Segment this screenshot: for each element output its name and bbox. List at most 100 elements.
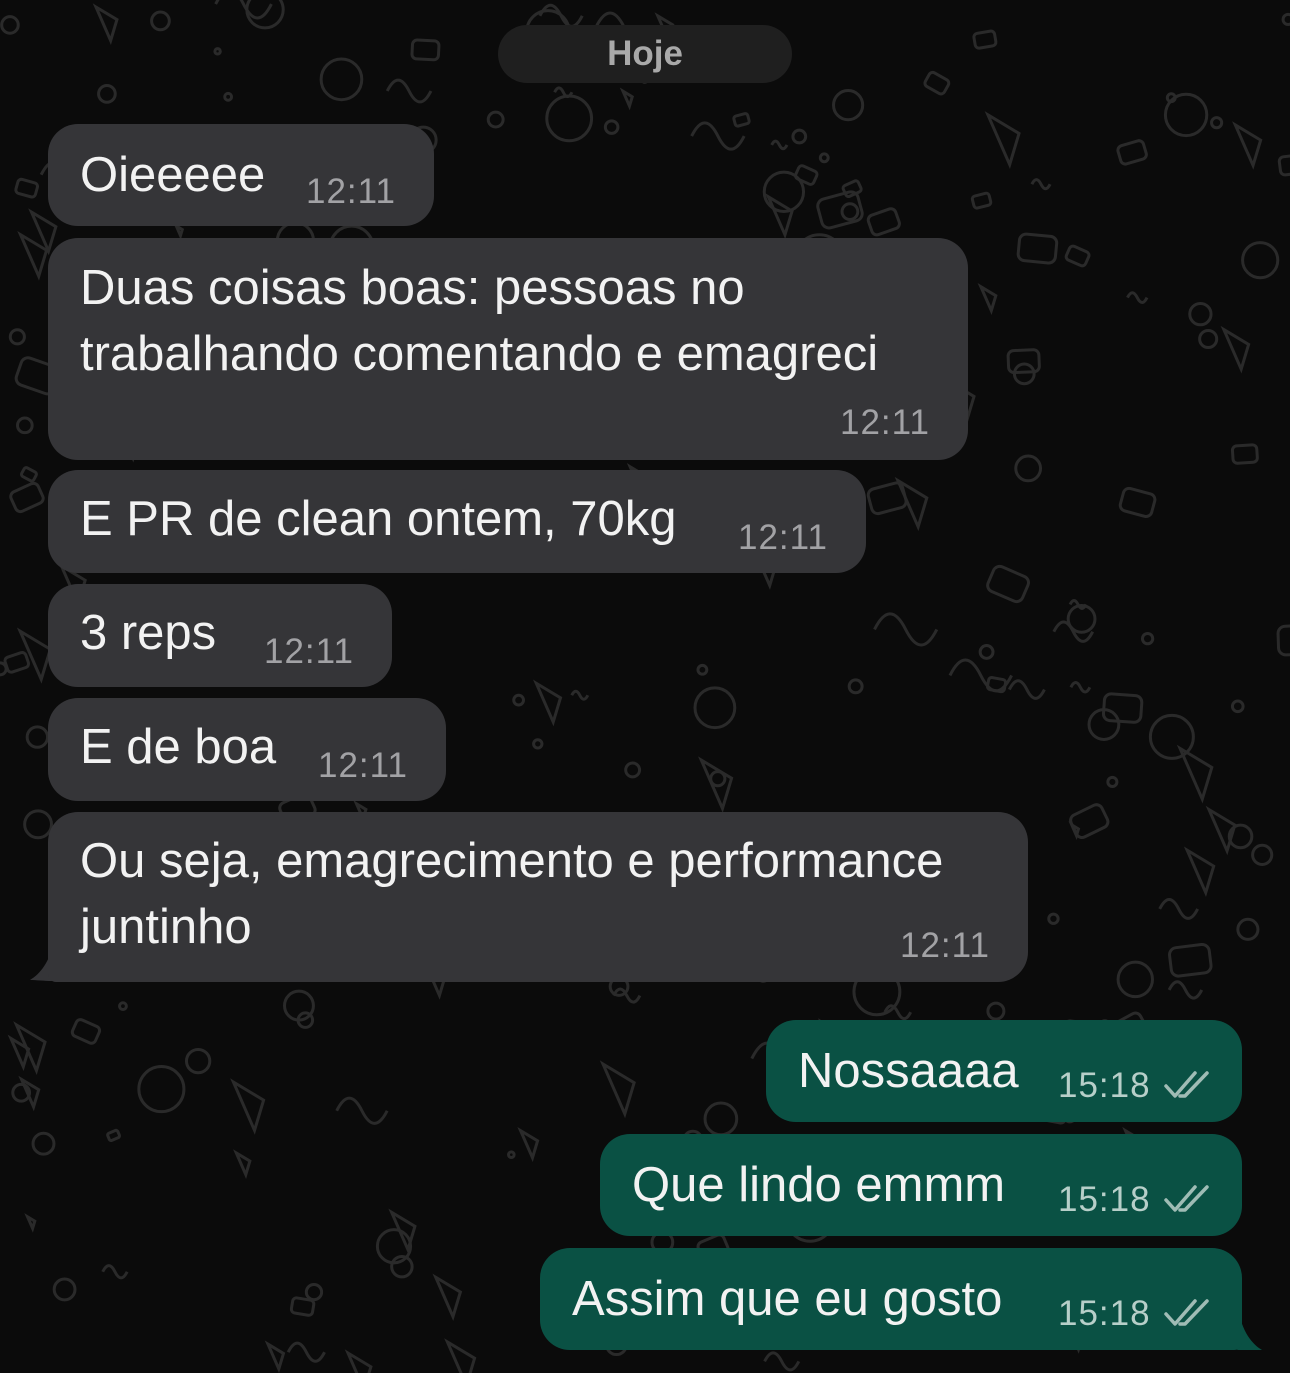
wallpaper-doodle <box>52 1277 77 1302</box>
wallpaper-doodle <box>984 111 1021 169</box>
outgoing-message[interactable]: Assim que eu gosto 15:18 <box>540 1248 1242 1350</box>
wallpaper-doodle <box>818 152 830 164</box>
wallpaper-doodle <box>791 128 808 145</box>
wallpaper-doodle <box>118 1001 128 1012</box>
wallpaper-doodle <box>1168 942 1213 978</box>
wallpaper-doodle <box>1106 775 1119 788</box>
wallpaper-doodle <box>230 1078 266 1135</box>
wallpaper-doodle <box>532 738 544 750</box>
wallpaper-doodle <box>92 3 119 45</box>
wallpaper-doodle <box>923 70 951 96</box>
wallpaper-doodle <box>986 564 1030 604</box>
wallpaper-doodle <box>286 1341 326 1363</box>
wallpaper-doodle <box>1230 699 1245 714</box>
wallpaper-doodle <box>1281 12 1290 27</box>
wallpaper-doodle <box>970 191 993 210</box>
wallpaper-doodle <box>570 689 590 701</box>
wallpaper-doodle <box>517 1126 540 1163</box>
wallpaper-doodle <box>1167 980 1204 1000</box>
message-text: Oieeeee <box>80 148 266 202</box>
message-text-line-1: Ou seja, emagrecimento e performance <box>80 834 944 888</box>
wallpaper-doodle <box>101 1264 129 1280</box>
wallpaper-doodle <box>16 416 34 435</box>
wallpaper-doodle <box>1047 912 1060 925</box>
message-time: 12:11 <box>306 172 396 211</box>
wallpaper-doodle <box>31 1131 56 1156</box>
wallpaper-doodle <box>1163 92 1209 138</box>
wallpaper-doodle <box>1064 244 1091 268</box>
outgoing-message[interactable]: Que lindo emmm 15:18 <box>600 1134 1242 1236</box>
wallpaper-doodle <box>1014 454 1043 483</box>
wallpaper-doodle <box>986 1001 1006 1021</box>
incoming-message[interactable]: Oieeeee 12:11 <box>48 124 434 226</box>
wallpaper-doodle <box>70 1018 102 1045</box>
wallpaper-doodle <box>335 1096 389 1125</box>
wallpaper-doodle <box>1176 744 1214 804</box>
wallpaper-doodle <box>0 15 20 35</box>
wallpaper-doodle <box>1277 153 1290 177</box>
wallpaper-doodle <box>770 139 789 151</box>
wallpaper-doodle <box>1241 241 1280 280</box>
wallpaper-doodle <box>894 476 929 532</box>
message-time: 12:11 <box>738 518 828 557</box>
double-check-icon <box>1164 1299 1209 1326</box>
wallpaper-doodle <box>1030 178 1052 191</box>
wallpaper-doodle <box>978 643 995 660</box>
wallpaper-doodle <box>841 179 863 199</box>
wallpaper-doodle <box>603 119 620 135</box>
wallpaper-doodle <box>693 686 737 730</box>
wallpaper-doodle <box>3 651 31 674</box>
wallpaper-doodle <box>696 663 709 676</box>
wallpaper-doodle <box>1198 328 1219 350</box>
wallpaper-doodle <box>1276 623 1290 657</box>
incoming-message[interactable]: Ou seja, emagrecimento e performance jun… <box>48 812 1028 982</box>
wallpaper-doodle <box>599 1060 636 1119</box>
wallpaper-doodle <box>150 10 171 32</box>
message-text: Nossaaaa <box>798 1044 1019 1098</box>
message-text: E PR de clean ontem, 70kg <box>80 492 677 546</box>
wallpaper-doodle <box>432 1273 463 1322</box>
message-time: 12:11 <box>840 403 930 442</box>
message-time: 12:11 <box>318 746 408 785</box>
wallpaper-doodle <box>233 1149 252 1180</box>
wallpaper-doodle <box>866 207 901 237</box>
incoming-message[interactable]: E PR de clean ontem, 70kg 12:11 <box>48 470 866 573</box>
wallpaper-doodle <box>832 89 865 122</box>
wallpaper-doodle <box>1210 116 1224 130</box>
message-time: 15:18 <box>1058 1180 1151 1219</box>
wallpaper-doodle <box>137 1065 186 1114</box>
wallpaper-doodle <box>512 693 525 707</box>
wallpaper-doodle <box>507 1150 516 1159</box>
wallpaper-doodle <box>794 164 819 186</box>
wallpaper-doodle <box>1118 486 1157 518</box>
wallpaper-doodle <box>1220 325 1251 374</box>
wallpaper-doodle <box>1116 960 1154 999</box>
wallpaper-doodle <box>486 110 505 129</box>
wallpaper-doodle <box>1016 232 1059 265</box>
wallpaper-doodle <box>9 481 45 514</box>
wallpaper-doodle <box>1069 681 1092 694</box>
incoming-message[interactable]: 3 reps 12:11 <box>48 584 392 687</box>
wallpaper-doodle <box>977 282 998 316</box>
wallpaper-doodle <box>1148 713 1195 760</box>
wallpaper-doodle <box>106 1128 121 1143</box>
outgoing-message[interactable]: Nossaaaa 15:18 <box>766 1020 1242 1122</box>
wallpaper-doodle <box>14 177 40 199</box>
wallpaper-doodle <box>8 328 26 346</box>
wallpaper-doodle <box>24 1213 37 1233</box>
wallpaper-doodle <box>763 1351 801 1372</box>
message-text-line-2: juntinho <box>80 900 252 954</box>
incoming-message[interactable]: Duas coisas boas: pessoas no trabalhando… <box>48 238 968 460</box>
date-label: Hoje <box>607 34 683 73</box>
wallpaper-doodle <box>545 94 594 143</box>
incoming-message[interactable]: E de boa 12:11 <box>48 698 446 801</box>
wallpaper-doodle <box>1232 121 1263 170</box>
wallpaper-doodle <box>214 0 273 20</box>
message-time: 12:11 <box>900 926 990 965</box>
wallpaper-doodle <box>264 1340 286 1373</box>
wallpaper-doodle <box>173 222 185 240</box>
message-time: 15:18 <box>1058 1066 1151 1105</box>
wallpaper-doodle <box>1236 917 1260 941</box>
message-text: 3 reps <box>80 606 217 660</box>
message-text: Que lindo emmm <box>632 1158 1006 1212</box>
